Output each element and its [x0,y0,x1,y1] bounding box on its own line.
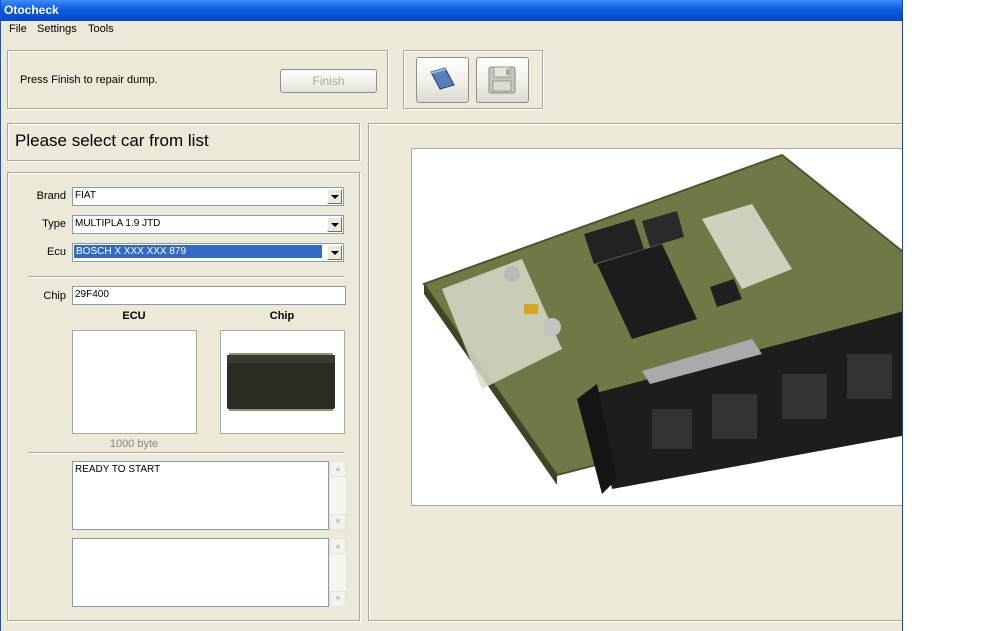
chip-image [227,353,335,411]
chevron-down-icon[interactable] [327,245,342,260]
floppy-disk-icon [488,66,516,94]
eraser-icon [430,67,455,92]
file-size-text: 1000 byte [109,438,159,450]
chevron-down-icon[interactable] [327,189,342,204]
chip-value: 29F400 [75,289,109,300]
ecu-image-heading: ECU [122,310,146,322]
brand-dropdown[interactable]: FIAT [72,187,344,206]
chevron-down-icon[interactable] [327,217,342,232]
type-dropdown[interactable]: MULTIPLA 1.9 JTD [72,215,344,234]
finish-button[interactable]: Finish [280,69,377,93]
menu-settings[interactable]: Settings [37,23,77,35]
scroll-down-icon[interactable]: ▼ [330,514,346,530]
menu-tools[interactable]: Tools [88,23,114,35]
menu-bar: File Settings Tools [1,21,902,39]
ecu-dropdown[interactable]: BOSCH X XXX XXX 879 [72,243,344,262]
scrollbar[interactable]: ▲ ▼ [330,538,346,607]
output-log[interactable]: ▲ ▼ [72,538,346,607]
tool-panel [403,50,543,109]
divider [28,452,344,454]
status-text: READY TO START [75,464,161,475]
selection-panel: Brand FIAT Type MULTIPLA 1.9 JTD Ecu BOS… [7,172,360,621]
chip-image-heading: Chip [269,310,295,322]
app-window: Otocheck File Settings Tools Press Finis… [0,0,903,631]
select-car-prompt: Please select car from list [15,131,209,150]
chip-field[interactable]: 29F400 [72,286,346,305]
scrollbar[interactable]: ▲ ▼ [330,461,346,530]
brand-value: FIAT [75,190,96,201]
menu-file[interactable]: File [9,23,27,35]
finish-message: Press Finish to repair dump. [20,74,158,86]
type-label: Type [42,218,66,230]
ecu-photo [411,148,902,506]
divider [28,276,344,278]
finish-panel: Press Finish to repair dump. Finish [7,50,388,109]
brand-label: Brand [36,190,66,202]
window-title: Otocheck [1,0,902,21]
ecu-image-box [72,330,197,434]
prompt-panel: Please select car from list [7,123,360,161]
ecu-board-image [422,153,902,494]
open-button[interactable] [416,57,469,103]
chip-image-box [220,330,345,434]
type-value: MULTIPLA 1.9 JTD [75,218,161,229]
picture-panel [368,123,902,621]
scroll-up-icon[interactable]: ▲ [330,461,346,477]
save-button[interactable] [476,57,529,103]
ecu-value: BOSCH X XXX XXX 879 [74,245,322,258]
scroll-down-icon[interactable]: ▼ [330,591,346,607]
status-log[interactable]: READY TO START ▲ ▼ [72,461,346,530]
chip-label: Chip [43,290,66,302]
scroll-up-icon[interactable]: ▲ [330,538,346,554]
ecu-label: Ecu [47,246,66,258]
